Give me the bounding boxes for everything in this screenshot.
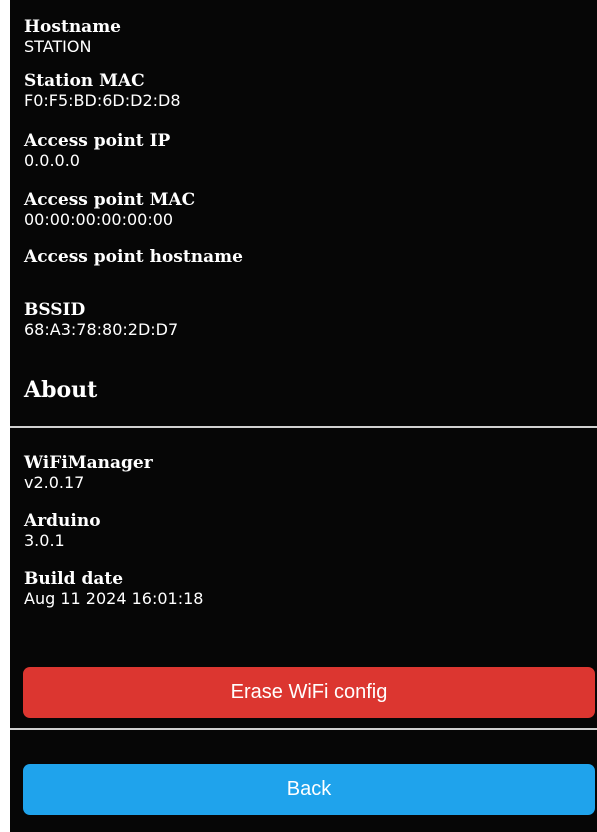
info-page: Hostname STATION Station MAC F0:F5:BD:6D…	[10, 0, 597, 832]
ap-ip-value: 0.0.0.0	[24, 151, 80, 170]
ap-hostname-block: Access point hostname	[24, 248, 243, 267]
ap-mac-block: Access point MAC 00:00:00:00:00:00	[24, 191, 195, 230]
bssid-label: BSSID	[24, 300, 86, 320]
arduino-block: Arduino 3.0.1	[24, 512, 101, 551]
hostname-block: Hostname STATION	[24, 18, 121, 57]
bssid-value: 68:A3:78:80:2D:D7	[24, 320, 179, 339]
station-mac-label: Station MAC	[24, 71, 145, 91]
ap-hostname-label: Access point hostname	[24, 247, 243, 267]
hostname-value: STATION	[24, 37, 92, 56]
build-date-value: Aug 11 2024 16:01:18	[24, 589, 204, 608]
divider-actions	[10, 728, 597, 730]
bssid-block: BSSID 68:A3:78:80:2D:D7	[24, 301, 178, 340]
hostname-label: Hostname	[24, 17, 122, 37]
wifimanager-label: WiFiManager	[24, 453, 153, 473]
wifimanager-block: WiFiManager v2.0.17	[24, 454, 153, 493]
wifimanager-value: v2.0.17	[24, 473, 85, 492]
ap-mac-value: 00:00:00:00:00:00	[24, 210, 174, 229]
divider-about	[10, 426, 597, 428]
arduino-value: 3.0.1	[24, 531, 65, 550]
ap-mac-label: Access point MAC	[24, 190, 196, 210]
build-date-label: Build date	[24, 569, 124, 589]
back-button[interactable]: Back	[23, 764, 595, 815]
ap-ip-label: Access point IP	[24, 131, 171, 151]
build-date-block: Build date Aug 11 2024 16:01:18	[24, 570, 203, 609]
about-heading: About	[24, 377, 98, 403]
station-mac-value: F0:F5:BD:6D:D2:D8	[24, 91, 181, 110]
station-mac-block: Station MAC F0:F5:BD:6D:D2:D8	[24, 72, 181, 111]
erase-wifi-config-button[interactable]: Erase WiFi config	[23, 667, 595, 718]
arduino-label: Arduino	[24, 511, 101, 531]
ap-ip-block: Access point IP 0.0.0.0	[24, 132, 170, 171]
